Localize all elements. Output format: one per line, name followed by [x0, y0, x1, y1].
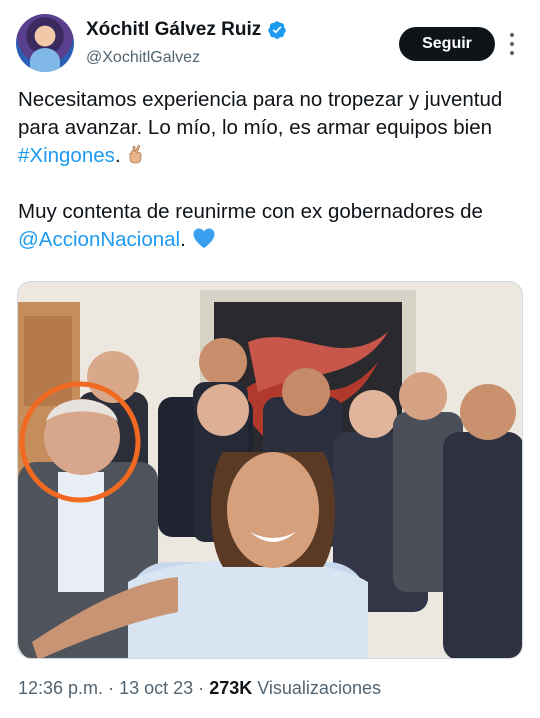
- author-display-name[interactable]: Xóchitl Gálvez Ruiz: [86, 19, 261, 41]
- tweet-header: Xóchitl Gálvez Ruiz @XochitlGalvez Segui…: [0, 0, 540, 80]
- tweet-meta: 12:36 p.m. · 13 oct 23 · 273K Visualizac…: [18, 678, 381, 699]
- profile-avatar[interactable]: [16, 14, 74, 72]
- crossed-fingers-emoji-icon: [129, 145, 142, 164]
- group-selfie-photo: [18, 282, 522, 658]
- blue-heart-emoji-icon: [193, 228, 215, 248]
- verified-badge-icon: [268, 21, 287, 39]
- tweet-date[interactable]: 13 oct 23: [119, 678, 193, 698]
- tweet-text-part: .: [180, 228, 186, 251]
- views-label: Visualizaciones: [257, 678, 381, 698]
- author-handle[interactable]: @XochitlGalvez: [86, 49, 200, 67]
- meta-separator: ·: [108, 678, 115, 698]
- meta-separator: ·: [198, 678, 205, 698]
- tweet-photo[interactable]: [17, 281, 523, 659]
- tweet-text: Necesitamos experiencia para no tropezar…: [18, 86, 528, 254]
- tweet-text-part: Necesitamos experiencia para no tropezar…: [18, 88, 503, 139]
- tweet-text-part: .: [114, 144, 121, 167]
- tweet-paragraph-2: Muy contenta de reunirme con ex gobernad…: [18, 198, 528, 254]
- views-count: 273K: [209, 678, 253, 698]
- follow-button[interactable]: Seguir: [399, 27, 495, 61]
- tweet-time[interactable]: 12:36 p.m.: [18, 678, 103, 698]
- author-name-row: Xóchitl Gálvez Ruiz: [86, 19, 287, 41]
- hashtag-link[interactable]: #Xingones: [18, 144, 115, 167]
- tweet-paragraph-1: Necesitamos experiencia para no tropezar…: [18, 86, 528, 170]
- tweet-text-part: Muy contenta de reunirme con ex gobernad…: [18, 200, 483, 223]
- more-vertical-icon[interactable]: [505, 33, 519, 55]
- mention-link[interactable]: @AccionNacional: [18, 228, 180, 251]
